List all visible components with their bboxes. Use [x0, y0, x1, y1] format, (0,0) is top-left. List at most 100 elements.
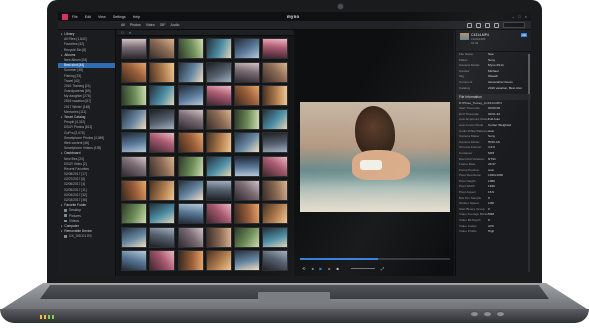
photo-thumbnail[interactable]	[234, 38, 261, 59]
minimize-button[interactable]: –	[512, 14, 514, 19]
photo-thumbnail[interactable]	[234, 203, 261, 225]
photo-thumbnail[interactable]	[177, 132, 204, 154]
photo-thumbnail[interactable]	[177, 179, 204, 201]
photo-thumbnail[interactable]	[205, 38, 232, 59]
photo-thumbnail[interactable]	[121, 203, 147, 225]
sort-icon[interactable]	[467, 22, 472, 28]
photo-thumbnail[interactable]	[121, 38, 147, 59]
photo-thumbnail[interactable]	[121, 85, 147, 107]
property-row[interactable]: Catalog 2016 vacation, Best shot	[456, 86, 531, 92]
webcam-icon	[337, 3, 344, 10]
photo-thumbnail[interactable]	[262, 155, 289, 177]
menu-item-settings[interactable]: Settings	[113, 15, 126, 19]
photo-thumbnail[interactable]	[262, 250, 289, 272]
menu-item-edit[interactable]: Edit	[85, 15, 91, 19]
photo-thumbnail[interactable]	[177, 108, 204, 130]
photo-thumbnail[interactable]	[149, 226, 176, 248]
photo-thumbnail[interactable]	[149, 108, 176, 130]
search-input[interactable]	[503, 22, 525, 28]
photo-thumbnail[interactable]	[121, 108, 147, 130]
filter-tab-video[interactable]: Video	[146, 23, 155, 27]
photo-thumbnail[interactable]	[262, 132, 289, 154]
photo-thumbnail[interactable]	[177, 38, 204, 59]
photo-thumbnail[interactable]	[205, 132, 232, 154]
photo-thumbnail[interactable]	[177, 85, 204, 107]
play-button[interactable]: ▶	[319, 266, 322, 271]
photo-thumbnail[interactable]	[205, 61, 232, 83]
maximize-button[interactable]: □	[518, 14, 520, 19]
photo-thumbnail[interactable]	[234, 226, 261, 248]
photo-thumbnail[interactable]	[177, 226, 204, 248]
front-button[interactable]	[470, 311, 479, 317]
select-all-checkbox[interactable]: ☐	[121, 31, 124, 35]
photo-thumbnail[interactable]	[121, 250, 147, 272]
photo-thumbnail[interactable]	[121, 226, 147, 248]
refresh-icon[interactable]: ⟳	[129, 31, 132, 35]
photo-thumbnail[interactable]	[234, 179, 261, 201]
prev-frame-icon[interactable]: ◂	[311, 266, 313, 271]
photo-thumbnail[interactable]	[234, 85, 261, 107]
photo-thumbnail[interactable]	[205, 226, 232, 248]
photo-thumbnail[interactable]	[205, 85, 232, 107]
info-scrollbar[interactable]	[528, 54, 530, 272]
menu-item-help[interactable]: Help	[133, 15, 140, 19]
photo-thumbnail[interactable]	[177, 61, 204, 83]
share-icon[interactable]	[485, 22, 490, 28]
scrollbar-thumb[interactable]	[528, 54, 530, 94]
info-row: Video Profile High	[456, 229, 531, 235]
photo-thumbnail[interactable]	[262, 61, 289, 83]
volume-slider[interactable]	[350, 267, 375, 269]
photo-thumbnail[interactable]	[205, 155, 232, 177]
playback-timeline[interactable]	[300, 258, 450, 260]
photo-thumbnail[interactable]	[177, 203, 204, 225]
filter-tab-gif[interactable]: GIF	[160, 23, 166, 27]
photo-thumbnail[interactable]	[234, 250, 261, 272]
photo-thumbnail[interactable]	[205, 108, 232, 130]
filter-tab-all[interactable]: All	[121, 23, 125, 27]
settings-icon[interactable]	[494, 22, 499, 28]
photo-thumbnail[interactable]	[262, 85, 289, 107]
photo-thumbnail[interactable]	[205, 179, 232, 201]
photo-thumbnail[interactable]	[149, 155, 176, 177]
photo-thumbnail[interactable]	[121, 132, 147, 154]
photo-thumbnail[interactable]	[149, 179, 176, 201]
grid-view-icon[interactable]	[476, 22, 481, 28]
photo-thumbnail[interactable]	[149, 203, 176, 225]
photo-thumbnail[interactable]	[262, 179, 289, 201]
photo-thumbnail[interactable]	[121, 61, 147, 83]
photo-thumbnail[interactable]	[234, 108, 261, 130]
fullscreen-icon[interactable]: ⤢	[381, 266, 384, 271]
info-panel: C4314.MP4 HD 1920x1080 01:42 File Name Se…	[455, 30, 531, 276]
photo-thumbnail[interactable]	[234, 132, 261, 154]
front-button[interactable]	[483, 311, 492, 317]
photo-thumbnail[interactable]	[234, 155, 261, 177]
photo-thumbnail[interactable]	[234, 61, 261, 83]
menu-item-file[interactable]: File	[72, 15, 78, 19]
sidebar-item-label: Smart Catalog	[64, 115, 86, 119]
photo-thumbnail[interactable]	[205, 203, 232, 225]
filter-tab-audio[interactable]: Audio	[171, 23, 180, 27]
photo-thumbnail[interactable]	[121, 155, 147, 177]
photo-thumbnail[interactable]	[177, 155, 204, 177]
menu-item-view[interactable]: View	[98, 15, 106, 19]
front-button[interactable]	[496, 311, 505, 317]
sidebar-item-label: New files [24]	[64, 156, 84, 161]
loop-icon[interactable]: ⟲	[302, 266, 305, 271]
photo-thumbnail[interactable]	[121, 179, 147, 201]
photo-thumbnail[interactable]	[262, 203, 289, 225]
next-frame-icon[interactable]: ▸	[328, 266, 330, 271]
photo-thumbnail[interactable]	[149, 38, 176, 59]
stop-icon[interactable]: ■	[336, 266, 338, 271]
photo-thumbnail[interactable]	[262, 226, 289, 248]
photo-thumbnail[interactable]	[205, 250, 232, 272]
photo-thumbnail[interactable]	[149, 61, 176, 83]
filter-tab-photos[interactable]: Photos	[130, 23, 141, 27]
photo-thumbnail[interactable]	[149, 85, 176, 107]
photo-thumbnail[interactable]	[262, 38, 289, 59]
photo-thumbnail[interactable]	[149, 250, 176, 272]
photo-thumbnail[interactable]	[262, 108, 289, 130]
photo-thumbnail[interactable]	[149, 132, 176, 154]
photo-thumbnail[interactable]	[177, 250, 204, 272]
sidebar-item[interactable]: GX_DSC01.RS	[58, 234, 115, 239]
close-button[interactable]: ×	[525, 14, 527, 19]
